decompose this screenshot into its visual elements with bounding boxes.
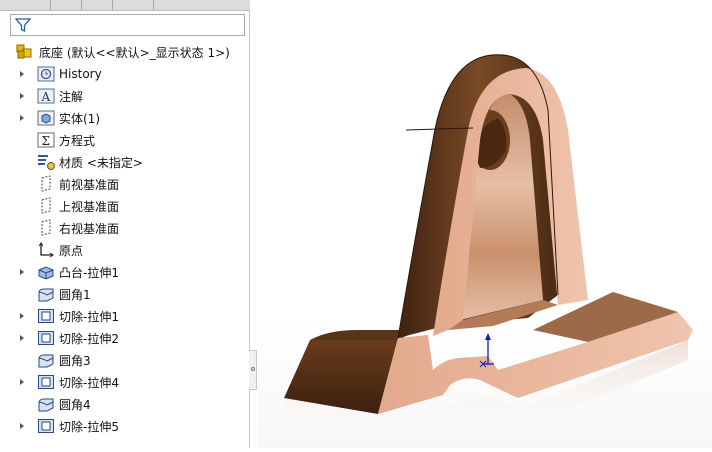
- tree-item[interactable]: 前视基准面: [0, 173, 250, 195]
- origin-icon: [36, 241, 56, 259]
- extrude-cut-icon: [36, 329, 56, 347]
- tree-item[interactable]: 圆角4: [0, 393, 250, 415]
- plane-icon: [36, 219, 56, 237]
- part-icon: [14, 43, 34, 61]
- expand-arrow-icon[interactable]: [0, 92, 36, 100]
- expand-arrow-icon[interactable]: [0, 114, 36, 122]
- tree-item[interactable]: 实体(1): [0, 107, 250, 129]
- tree-item-label: 前视基准面: [59, 177, 120, 192]
- graphics-area[interactable]: [258, 0, 712, 448]
- panel-splitter-handle[interactable]: [249, 350, 257, 390]
- extrude-cut-icon: [36, 307, 56, 325]
- tree-item-label: 圆角3: [59, 353, 91, 368]
- feature-manager-panel: 底座 (默认<<默认>_显示状态 1>) History A 注解实体(1) Σ 方程式…: [0, 0, 257, 448]
- extrude-boss-icon: [36, 263, 56, 281]
- tree-item-label: 实体(1): [59, 111, 100, 126]
- solid-bodies-icon: [36, 109, 56, 127]
- expand-arrow-icon[interactable]: [0, 334, 36, 342]
- tree-root-label: 底座 (默认<<默认>_显示状态 1>): [39, 45, 230, 60]
- tree-item-label: 凸台-拉伸1: [59, 265, 119, 280]
- expand-arrow-icon[interactable]: [0, 268, 36, 276]
- tree-item-label: 原点: [59, 243, 84, 258]
- tree-item-label: 材质 <未指定>: [59, 155, 143, 170]
- tree-item-label: 切除-拉伸4: [59, 375, 119, 390]
- tree-item[interactable]: 凸台-拉伸1: [0, 261, 250, 283]
- model-3d-view[interactable]: [258, 0, 712, 448]
- tree-item[interactable]: 圆角1: [0, 283, 250, 305]
- tree-item[interactable]: 圆角3: [0, 349, 250, 371]
- tree-item[interactable]: 上视基准面: [0, 195, 250, 217]
- extrude-cut-icon: [36, 373, 56, 391]
- tree-item-label: 切除-拉伸1: [59, 309, 119, 324]
- fillet-icon: [36, 351, 56, 369]
- tree-item[interactable]: 切除-拉伸1: [0, 305, 250, 327]
- tree-item[interactable]: 右视基准面: [0, 217, 250, 239]
- material-icon: [36, 153, 56, 171]
- tree-item[interactable]: Σ 方程式: [0, 129, 250, 151]
- tree-item[interactable]: 切除-拉伸4: [0, 371, 250, 393]
- tree-item-label: 方程式: [59, 133, 96, 148]
- tree-item[interactable]: 材质 <未指定>: [0, 151, 250, 173]
- tree-filter-bar[interactable]: [10, 14, 245, 36]
- extrude-cut-icon: [36, 417, 56, 435]
- tree-item-label: 上视基准面: [59, 199, 120, 214]
- tree-item-label: 右视基准面: [59, 221, 120, 236]
- tree-item[interactable]: 切除-拉伸2: [0, 327, 250, 349]
- tree-item-label: 切除-拉伸5: [59, 419, 119, 434]
- svg-text:Σ: Σ: [42, 134, 50, 148]
- tree-item[interactable]: A 注解: [0, 85, 250, 107]
- equations-icon: Σ: [36, 131, 56, 149]
- tree-item-label: 注解: [59, 89, 84, 104]
- tree-item[interactable]: 切除-拉伸5: [0, 415, 250, 437]
- fillet-icon: [36, 285, 56, 303]
- tree-item-label: History: [59, 67, 102, 81]
- annotations-icon: A: [36, 87, 56, 105]
- tree-item-label: 圆角1: [59, 287, 91, 302]
- tree-item[interactable]: 原点: [0, 239, 250, 261]
- plane-icon: [36, 175, 56, 193]
- filter-icon[interactable]: [15, 17, 31, 33]
- expand-arrow-icon[interactable]: [0, 312, 36, 320]
- tree-root-part[interactable]: 底座 (默认<<默认>_显示状态 1>): [0, 41, 250, 63]
- tree-item[interactable]: History: [0, 63, 250, 85]
- svg-text:A: A: [41, 90, 51, 104]
- expand-arrow-icon[interactable]: [0, 70, 36, 78]
- plane-icon: [36, 197, 56, 215]
- feature-tree: 底座 (默认<<默认>_显示状态 1>) History A 注解实体(1) Σ 方程式…: [0, 41, 250, 437]
- expand-arrow-icon[interactable]: [0, 422, 36, 430]
- history-icon: [36, 65, 56, 83]
- panel-tab-strip[interactable]: [0, 0, 250, 11]
- fillet-icon: [36, 395, 56, 413]
- tree-item-label: 切除-拉伸2: [59, 331, 119, 346]
- tree-item-label: 圆角4: [59, 397, 91, 412]
- expand-arrow-icon[interactable]: [0, 378, 36, 386]
